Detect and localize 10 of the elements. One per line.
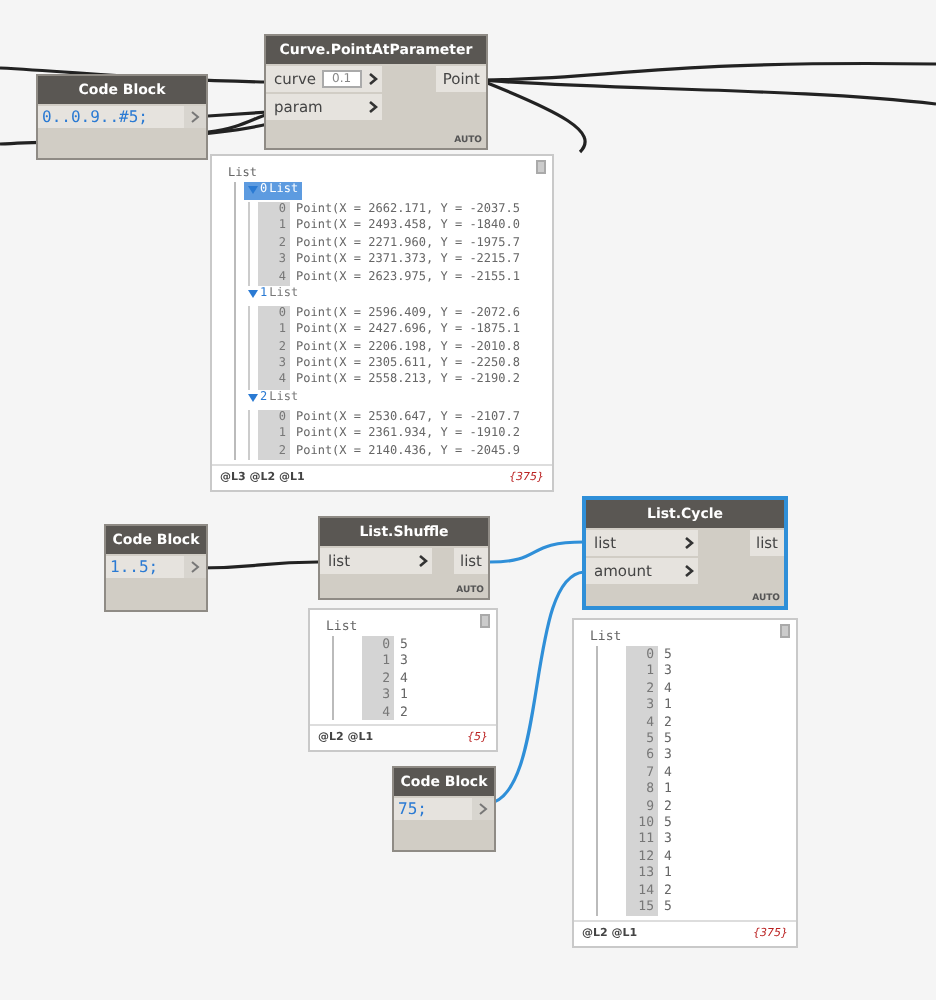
scrollbar-thumb[interactable] — [780, 624, 790, 638]
output-port[interactable] — [184, 106, 206, 128]
expand-caret-icon — [248, 394, 258, 403]
expand-caret-icon — [248, 186, 258, 195]
expand-caret-icon — [248, 290, 258, 299]
connector-wire — [489, 540, 585, 564]
output-port[interactable] — [184, 556, 206, 578]
scrollbar-thumb[interactable] — [536, 160, 546, 174]
output-port[interactable] — [472, 798, 494, 820]
scrollbar-thumb[interactable] — [480, 614, 490, 628]
